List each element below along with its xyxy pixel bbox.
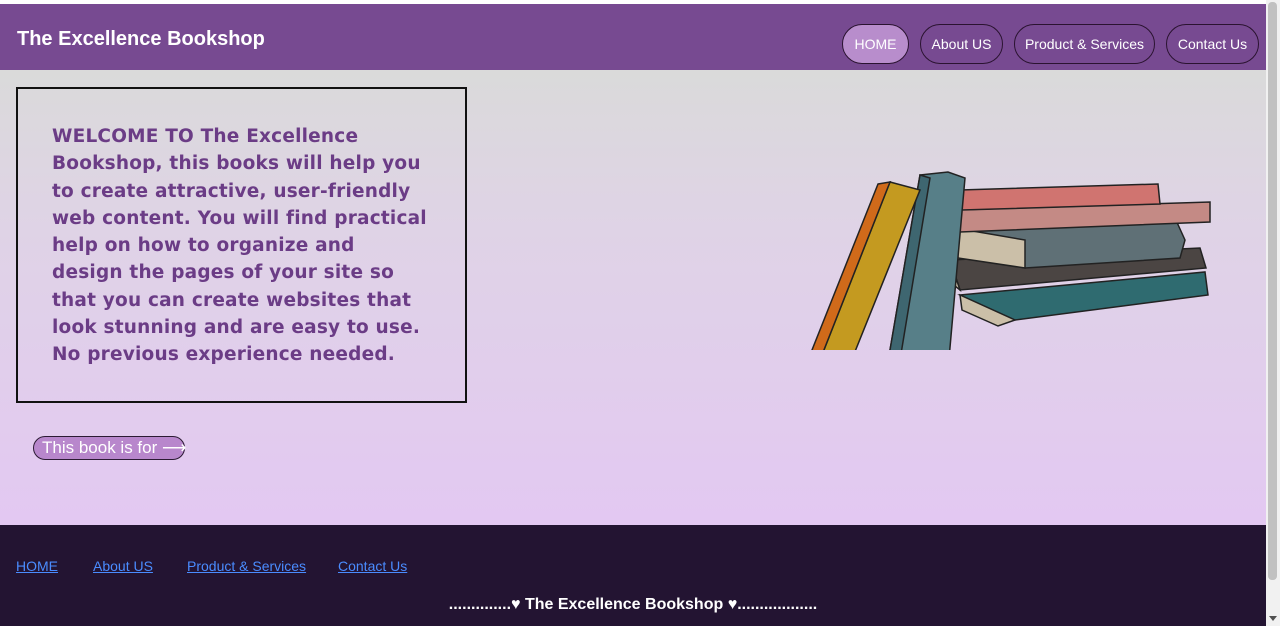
footer-tagline: ..............♥ The Excellence Bookshop … — [448, 596, 818, 613]
nav-products-button[interactable]: Product & Services — [1014, 24, 1155, 64]
footer-link-home[interactable]: HOME — [16, 558, 58, 574]
site-header: The Excellence Bookshop HOME About US Pr… — [0, 4, 1266, 70]
page: The Excellence Bookshop HOME About US Pr… — [0, 0, 1280, 626]
stack-of-books-icon — [811, 171, 1211, 350]
scrollbar-thumb[interactable] — [1268, 2, 1277, 580]
site-title: The Excellence Bookshop — [17, 28, 265, 50]
nav-contact-button[interactable]: Contact Us — [1166, 24, 1259, 64]
welcome-text: WELCOME TO The Excellence Bookshop, this… — [52, 126, 427, 366]
footer-link-contact[interactable]: Contact Us — [338, 558, 407, 574]
main-content: WELCOME TO The Excellence Bookshop, this… — [0, 70, 1266, 525]
scroll-down-arrow-icon[interactable] — [1269, 616, 1277, 621]
nav-home-button[interactable]: HOME — [842, 24, 909, 64]
book-for-button[interactable]: This book is for ⟶ — [33, 436, 186, 460]
site-footer: HOME About US Product & Services Contact… — [0, 525, 1266, 626]
footer-link-products[interactable]: Product & Services — [187, 558, 306, 574]
welcome-box: WELCOME TO The Excellence Bookshop, this… — [16, 87, 467, 403]
nav-about-button[interactable]: About US — [920, 24, 1003, 64]
footer-link-about[interactable]: About US — [93, 558, 153, 574]
vertical-scrollbar[interactable] — [1266, 0, 1280, 626]
